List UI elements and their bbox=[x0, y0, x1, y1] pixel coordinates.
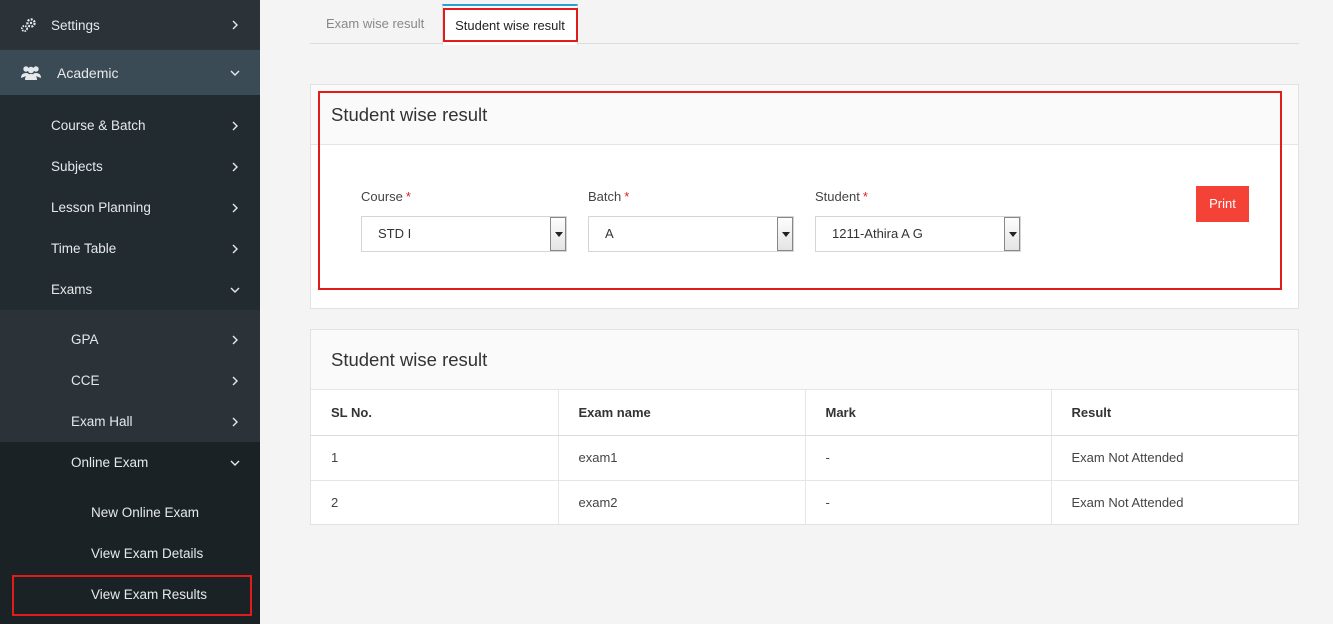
cell-mark: - bbox=[805, 480, 1052, 525]
sidebar-item-label: New Online Exam bbox=[91, 505, 200, 520]
chevron-right-icon bbox=[230, 203, 240, 213]
tab-exam-wise-result[interactable]: Exam wise result bbox=[326, 4, 424, 44]
form-highlight bbox=[318, 91, 1282, 290]
panel-title: Student wise result bbox=[311, 330, 1298, 390]
column-header-result: Result bbox=[1051, 390, 1298, 436]
cell-result: Exam Not Attended bbox=[1071, 495, 1184, 511]
sidebar-item-label: GPA bbox=[71, 332, 99, 347]
sidebar-item-view-exam-details[interactable]: View Exam Details bbox=[0, 533, 260, 574]
chevron-down-icon bbox=[230, 68, 240, 78]
exams-submenu: GPA CCE Exam Hall bbox=[0, 310, 260, 442]
cell-result: Exam Not Attended bbox=[1051, 435, 1298, 481]
active-item-highlight bbox=[12, 575, 252, 616]
column-header-exam-name: Exam name bbox=[558, 390, 806, 436]
sidebar-item-label: Exams bbox=[51, 282, 93, 297]
chevron-right-icon bbox=[230, 335, 240, 345]
cell-sl-no: 2 bbox=[311, 480, 559, 525]
sidebar-item-exams[interactable]: Exams bbox=[0, 269, 260, 310]
sidebar-item-label: CCE bbox=[71, 373, 100, 388]
cell-exam-name: exam2 bbox=[558, 480, 806, 525]
sidebar-item-cce[interactable]: CCE bbox=[0, 360, 260, 401]
sidebar-item-label: Exam Hall bbox=[71, 414, 133, 429]
sidebar-item-label: Online Exam bbox=[71, 455, 149, 470]
cell-mark: - bbox=[805, 435, 1052, 481]
chevron-right-icon bbox=[230, 121, 240, 131]
sidebar-item-subjects[interactable]: Subjects bbox=[0, 146, 260, 187]
sidebar-item-course-batch[interactable]: Course & Batch bbox=[0, 105, 260, 146]
sidebar-item-label: Subjects bbox=[51, 159, 103, 174]
sidebar-item-academic[interactable]: Academic bbox=[0, 50, 260, 95]
sidebar-item-online-exam[interactable]: Online Exam bbox=[0, 442, 260, 483]
sidebar-item-exam-hall[interactable]: Exam Hall bbox=[0, 401, 260, 442]
sidebar-item-label: Academic bbox=[57, 64, 119, 81]
chevron-right-icon bbox=[230, 244, 240, 254]
sidebar: Settings Academic Course & Batch Subject… bbox=[0, 0, 260, 624]
sidebar-item-lesson-planning[interactable]: Lesson Planning bbox=[0, 187, 260, 228]
column-header-sl-no: SL No. bbox=[311, 390, 559, 436]
sidebar-item-settings[interactable]: Settings bbox=[0, 0, 260, 50]
chevron-down-icon bbox=[230, 458, 240, 468]
chevron-right-icon bbox=[230, 20, 240, 30]
table-row: 1 exam1 - Exam Not Attended bbox=[311, 435, 1298, 481]
chevron-right-icon bbox=[230, 162, 240, 172]
column-header-mark: Mark bbox=[805, 390, 1052, 436]
result-table: SL No. Exam name Mark Result 1 exam1 - E… bbox=[311, 390, 1298, 525]
users-icon bbox=[21, 66, 41, 80]
chevron-right-icon bbox=[230, 417, 240, 427]
table-header-row: SL No. Exam name Mark Result bbox=[311, 390, 1298, 436]
sidebar-item-gpa[interactable]: GPA bbox=[0, 319, 260, 360]
sidebar-item-label: Course & Batch bbox=[51, 118, 146, 133]
sidebar-item-time-table[interactable]: Time Table bbox=[0, 228, 260, 269]
table-row: 2 exam2 - Exam Not Attended bbox=[311, 480, 1298, 525]
sidebar-item-label: Settings bbox=[51, 17, 100, 33]
tab-highlight bbox=[443, 8, 578, 42]
cell-sl-no: 1 bbox=[311, 435, 559, 481]
cell-exam-name: exam1 bbox=[558, 435, 806, 481]
sidebar-item-label: Time Table bbox=[51, 241, 117, 256]
academic-submenu: Course & Batch Subjects Lesson Planning … bbox=[0, 95, 260, 269]
sidebar-item-new-online-exam[interactable]: New Online Exam bbox=[0, 492, 260, 533]
gears-icon bbox=[21, 18, 36, 32]
chevron-right-icon bbox=[230, 376, 240, 386]
chevron-down-icon bbox=[230, 285, 240, 295]
student-result-panel: Student wise result SL No. Exam name Mar… bbox=[310, 329, 1299, 525]
sidebar-item-label: View Exam Details bbox=[91, 546, 204, 561]
sidebar-item-label: Lesson Planning bbox=[51, 200, 151, 215]
